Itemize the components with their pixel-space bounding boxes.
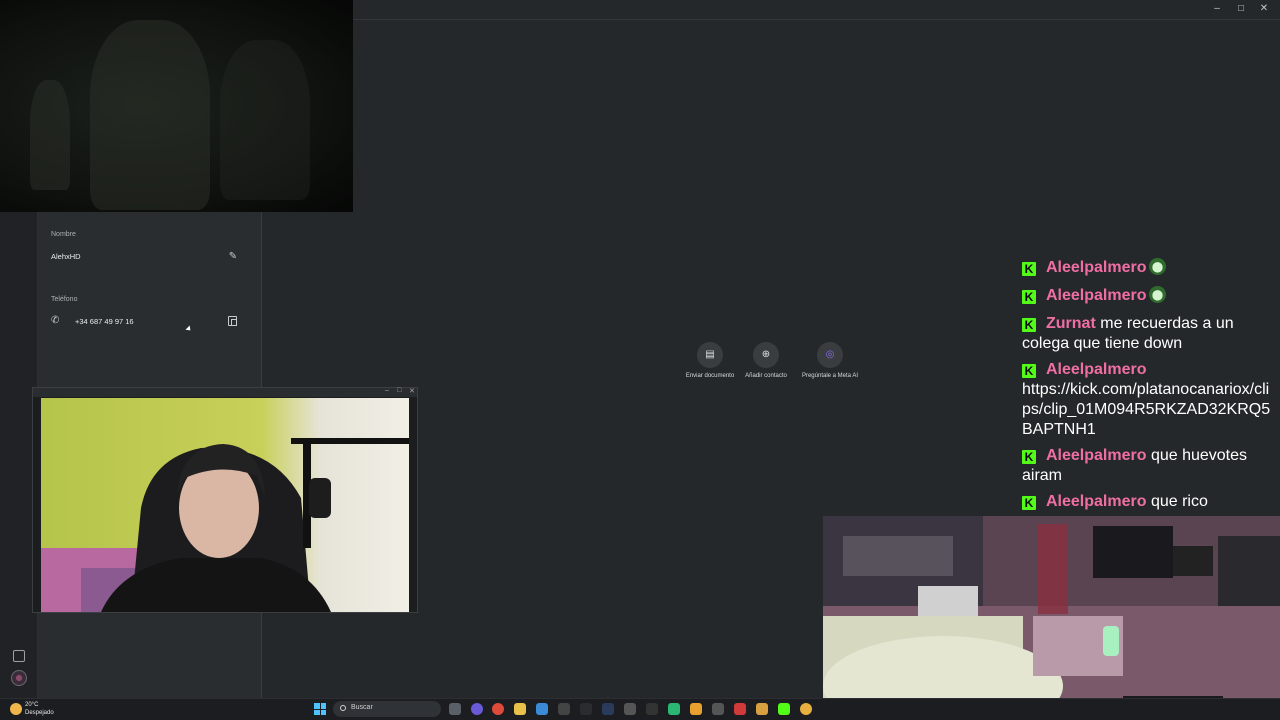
chat-username: Aleelpalmero [1046,259,1147,276]
pencil-icon[interactable]: ✎ [227,251,239,263]
name-value: AlehxHD [51,252,81,261]
chat-message: K Aleelpalmero que huevotes airam [1022,446,1274,486]
add-contact-icon: ⊕ [753,342,779,368]
mini-maximize-button[interactable]: □ [397,387,401,394]
app-icon[interactable] [690,703,702,715]
start-icon[interactable] [314,703,326,715]
dark-webcam-overlay [0,0,353,212]
add-contact-button[interactable]: ⊕ Añadir contacto [734,342,798,379]
app-icon[interactable] [756,703,768,715]
kick-badge-icon: K [1022,318,1036,332]
meta-ai-icon: ◎ [817,342,843,368]
search-placeholder: Buscar [351,704,373,711]
mini-close-button[interactable]: ✕ [409,387,415,395]
store-icon[interactable] [536,703,548,715]
send-document-label: Enviar documento [685,373,735,379]
mini-minimize-button[interactable]: – [385,387,389,394]
chat-message: K Aleelpalmero que rico [1022,492,1274,512]
chat-app-icon[interactable] [471,703,483,715]
emote-icon [1149,286,1167,303]
chat-username: Zurnat [1046,315,1096,332]
document-icon: ▤ [697,342,723,368]
chat-username: Aleelpalmero [1046,493,1147,510]
app-icon[interactable] [712,703,724,715]
taskbar-search[interactable]: Buscar [333,701,441,717]
chat-empty-actions: ▤ Enviar documento ⊕ Añadir contacto ◎ P… [678,342,862,384]
kick-icon[interactable] [778,703,790,715]
stream-chat-overlay: K Aleelpalmero K Aleelpalmero K Zurnat me r… [1022,258,1274,516]
room-camera-image [823,516,1280,720]
kick-badge-icon: K [1022,290,1036,304]
mini-window-bar: – □ ✕ [33,387,417,397]
chat-username: Aleelpalmero [1046,447,1147,464]
kick-badge-icon: K [1022,450,1036,464]
app-icon[interactable] [734,703,746,715]
chat-message: K Aleelpalmero https://kick.com/platanocan… [1022,360,1274,440]
kick-badge-icon: K [1022,496,1036,510]
task-view-icon[interactable] [449,703,461,715]
steam-icon[interactable] [602,703,614,715]
add-contact-label: Añadir contacto [745,373,787,379]
minimize-button[interactable]: – [1206,2,1228,16]
chat-username: Aleelpalmero [1046,361,1147,378]
chat-message: K Aleelpalmero [1022,258,1274,278]
chrome-icon[interactable] [492,703,504,715]
chat-text[interactable]: https://kick.com/platanocanariox/clips/c… [1022,381,1270,438]
kick-badge-icon: K [1022,262,1036,276]
chat-username: Aleelpalmero [1046,287,1147,304]
weather-condition: Despejado [25,710,54,716]
phone-icon: ✆ [51,315,60,326]
settings-icon[interactable] [13,650,25,662]
camera-preview-window[interactable]: – □ ✕ [32,387,418,613]
copy-icon[interactable] [228,316,237,326]
search-icon [340,705,346,711]
streamer-webcam [41,398,409,612]
meta-ai-label: Pregúntale a Meta AI [801,373,859,379]
close-button[interactable]: ✕ [1253,2,1275,16]
app-icon[interactable] [558,703,570,715]
chat-message: K Aleelpalmero [1022,286,1274,306]
avatar[interactable] [11,670,27,686]
streamer-webcam-image [41,438,409,612]
name-label: Nombre [51,231,76,238]
file-explorer-icon[interactable] [514,703,526,715]
obs-icon[interactable] [624,703,636,715]
phone-value: +34 687 49 97 16 [75,317,134,326]
kick-badge-icon: K [1022,364,1036,378]
weather-icon [10,703,22,715]
room-camera-overlay [823,516,1280,720]
weather-temp: 20°C [25,702,39,708]
chat-text: que rico [1150,493,1208,510]
send-document-button[interactable]: ▤ Enviar documento [678,342,742,379]
phone-label: Teléfono [51,296,78,303]
whatsapp-icon[interactable] [668,703,680,715]
app-icon[interactable] [800,703,812,715]
app-icon[interactable] [646,703,658,715]
windows-taskbar: 20°C Despejado Buscar [0,698,1280,720]
chat-message: K Zurnat me recuerdas a un colega que tie… [1022,314,1274,354]
emote-icon [1149,258,1167,275]
maximize-button[interactable]: □ [1230,2,1252,16]
app-icon[interactable] [580,703,592,715]
meta-ai-button[interactable]: ◎ Pregúntale a Meta AI [798,342,862,379]
